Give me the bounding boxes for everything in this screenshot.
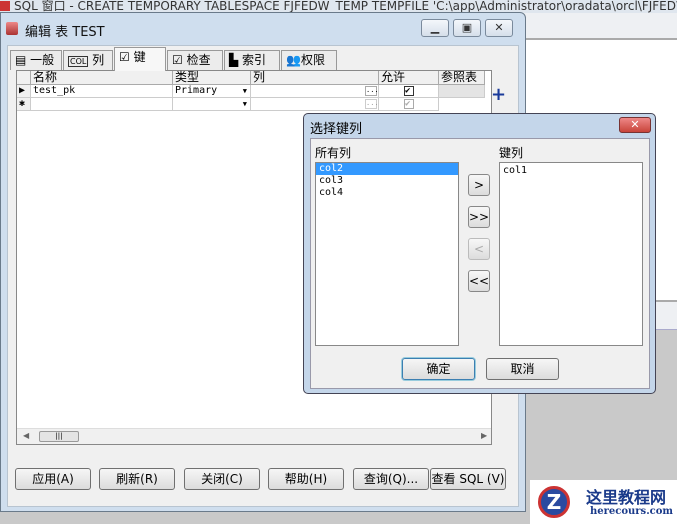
tab-keys[interactable]: ☑ 键 xyxy=(114,47,166,71)
key-check-icon: ☑ xyxy=(119,50,134,64)
tab-label: 权限 xyxy=(300,53,325,67)
checkmark-icon: ✔ xyxy=(404,99,414,109)
all-columns-list[interactable]: col2 col3 col4 xyxy=(315,162,459,346)
dialog-close-button[interactable]: ✕ xyxy=(619,117,651,133)
tab-privileges[interactable]: 👥权限 xyxy=(281,50,337,70)
move-right-button[interactable]: > xyxy=(468,174,490,196)
enabled-checkbox[interactable]: ✔ xyxy=(379,85,439,98)
select-key-columns-dialog: 选择键列 ✕ 所有列 键列 col2 col3 col4 > >> < << c… xyxy=(303,113,656,394)
minimize-button[interactable]: ▁ xyxy=(421,19,449,37)
ellipsis-button[interactable]: ... xyxy=(365,99,379,109)
background-toolbar xyxy=(520,13,677,40)
sql-window-icon xyxy=(0,1,10,11)
key-columns-list[interactable]: col1 xyxy=(499,162,643,346)
watermark-url: herecours.com xyxy=(590,506,674,517)
close-button[interactable]: ✕ xyxy=(485,19,513,37)
users-icon: 👥 xyxy=(286,53,301,67)
column-header-enabled[interactable]: 允许 xyxy=(379,71,439,85)
key-columns-cell[interactable]: ... xyxy=(251,85,379,98)
view-sql-button[interactable]: 查看 SQL (V) xyxy=(430,468,506,490)
list-item[interactable]: col2 xyxy=(316,163,458,175)
form-icon: ▤ xyxy=(15,53,31,67)
new-row-marker: ✱ xyxy=(17,98,31,111)
tab-label: 列 xyxy=(92,53,105,67)
column-header-type[interactable]: 类型 xyxy=(173,71,251,85)
dialog-body: 所有列 键列 col2 col3 col4 > >> < << col1 确定 … xyxy=(310,138,650,389)
refresh-button[interactable]: 刷新(R) xyxy=(99,468,175,490)
key-type-select[interactable]: ▼ xyxy=(173,98,251,111)
check-icon: ☑ xyxy=(172,53,187,67)
move-all-right-button[interactable]: >> xyxy=(468,206,490,228)
query-button[interactable]: 查询(Q)... xyxy=(353,468,429,490)
tab-label: 索引 xyxy=(242,53,267,67)
add-key-button[interactable]: + xyxy=(491,84,506,105)
column-header-ref-table[interactable]: 参照表 xyxy=(439,71,485,85)
key-name-cell[interactable]: test_pk xyxy=(31,85,173,98)
dropdown-arrow-icon: ▼ xyxy=(242,100,247,108)
key-name-cell[interactable] xyxy=(31,98,173,111)
move-all-left-button[interactable]: << xyxy=(468,270,490,292)
move-left-button[interactable]: < xyxy=(468,238,490,260)
tab-label: 检查 xyxy=(186,53,211,67)
key-type-select[interactable]: Primary ▼ xyxy=(173,85,251,98)
list-item[interactable]: col1 xyxy=(500,165,642,177)
scroll-right-icon[interactable]: ▶ xyxy=(481,431,487,440)
key-type-value: Primary xyxy=(175,85,218,96)
column-header-columns[interactable]: 列 xyxy=(251,71,379,85)
column-header-name[interactable]: 名称 xyxy=(31,71,173,85)
tab-label: 键 xyxy=(133,50,146,64)
tab-label: 一般 xyxy=(30,53,55,67)
help-button[interactable]: 帮助(H) xyxy=(268,468,344,490)
ref-table-cell[interactable] xyxy=(439,85,485,98)
cancel-button[interactable]: 取消 xyxy=(486,358,559,380)
index-icon: ▙ xyxy=(229,53,243,67)
scrollbar-thumb[interactable]: ||| xyxy=(39,431,79,442)
ellipsis-button[interactable]: ... xyxy=(365,86,379,96)
dialog-title: 选择键列 xyxy=(310,122,363,137)
checkmark-icon: ✔ xyxy=(404,86,414,96)
all-columns-label: 所有列 xyxy=(315,146,352,160)
tab-checks[interactable]: ☑ 检查 xyxy=(167,50,223,70)
list-item[interactable]: col4 xyxy=(316,187,458,199)
tab-indexes[interactable]: ▙ 索引 xyxy=(224,50,280,70)
window-title: 编辑 表 TEST xyxy=(25,25,105,40)
table-icon xyxy=(6,22,18,35)
key-columns-cell[interactable]: ... xyxy=(251,98,379,111)
tab-general[interactable]: ▤ 一般 xyxy=(10,50,62,70)
row-header-corner xyxy=(17,71,31,85)
close-window-button[interactable]: 关闭(C) xyxy=(184,468,260,490)
watermark-logo: Z 这里教程网 herecours.com xyxy=(530,480,677,524)
apply-button[interactable]: 应用(A) xyxy=(15,468,91,490)
logo-z-icon: Z xyxy=(538,486,570,518)
list-item[interactable]: col3 xyxy=(316,175,458,187)
maximize-button[interactable]: ▣ xyxy=(453,19,481,37)
horizontal-scrollbar[interactable]: ◀ ||| ▶ xyxy=(17,428,491,444)
key-columns-label: 键列 xyxy=(499,146,524,160)
ok-button[interactable]: 确定 xyxy=(402,358,475,380)
scroll-left-icon[interactable]: ◀ xyxy=(23,431,29,440)
row-marker: ▶ xyxy=(17,85,31,98)
enabled-checkbox[interactable]: ✔ xyxy=(379,98,439,111)
watermark-name: 这里教程网 xyxy=(586,488,667,507)
col-icon: COL xyxy=(68,56,89,67)
tab-columns[interactable]: COL 列 xyxy=(63,50,113,70)
dropdown-arrow-icon: ▼ xyxy=(242,87,247,95)
